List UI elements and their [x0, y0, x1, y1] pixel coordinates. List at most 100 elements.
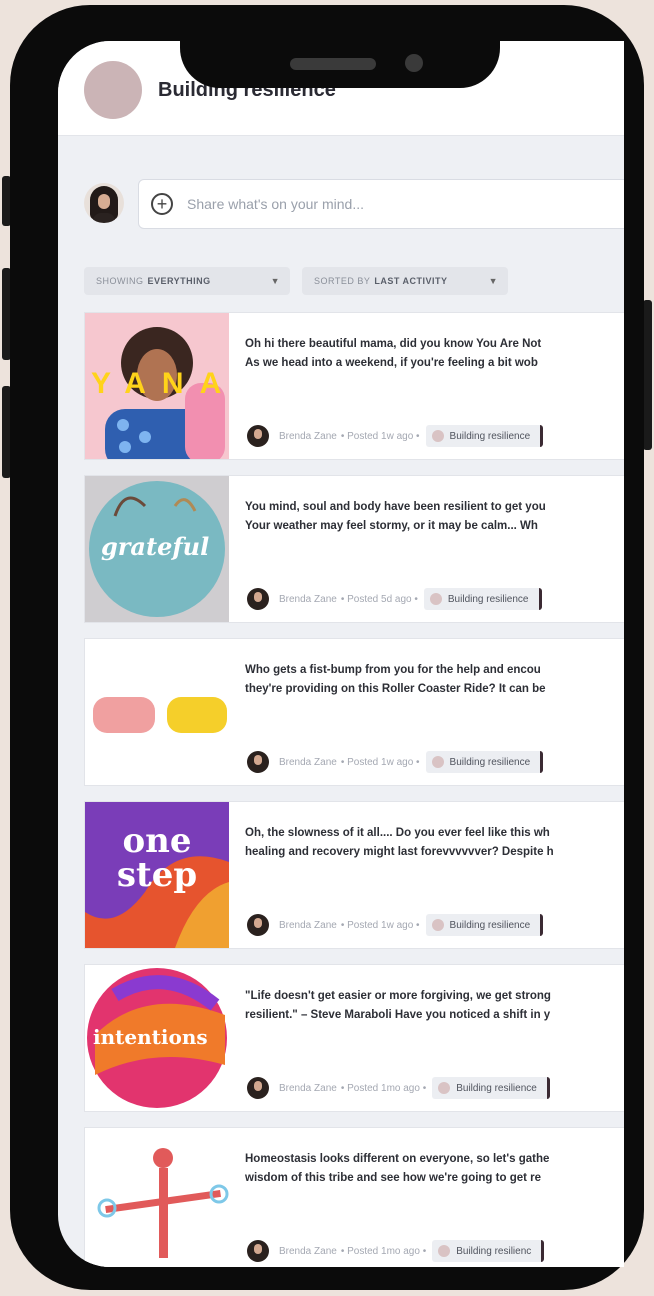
post-composer[interactable]: + Share what's on your mind... — [138, 179, 624, 229]
thumbnail-caption: YANA — [91, 367, 229, 400]
plus-icon: + — [151, 193, 173, 215]
post-time: • Posted 1mo ago • — [340, 1082, 427, 1094]
post-meta: Brenda Zane • Posted 1w ago • Building r… — [247, 425, 544, 447]
author-avatar[interactable] — [247, 914, 269, 936]
sort-filter-dropdown[interactable]: SORTED BY LAST ACTIVITY ▼ — [302, 267, 508, 295]
group-dot — [431, 919, 444, 931]
author-name[interactable]: Brenda Zane — [279, 594, 337, 605]
excerpt-line: they're providing on this Roller Coaster… — [245, 683, 546, 695]
fist-bump-image — [93, 697, 227, 733]
power-button — [643, 300, 652, 450]
group-tag-label: Building resilienc — [456, 1245, 532, 1257]
caret-down-icon: ▼ — [270, 276, 280, 286]
post-thumbnail: grateful — [85, 476, 229, 622]
group-dot — [438, 1245, 451, 1257]
group-tag-label: Building resilience — [449, 919, 531, 931]
author-avatar[interactable] — [247, 1240, 269, 1262]
excerpt-line: As we head into a weekend, if you're fee… — [245, 357, 538, 369]
phone-notch — [180, 10, 500, 88]
author-name[interactable]: Brenda Zane — [279, 431, 337, 442]
group-tag[interactable]: Building resilience — [423, 588, 542, 610]
post-thumbnail: intentions — [85, 965, 229, 1111]
post-excerpt: Oh, the slowness of it all.... Do you ev… — [245, 824, 624, 862]
post-excerpt: Oh hi there beautiful mama, did you know… — [245, 335, 624, 373]
post-time: • Posted 1w ago • — [340, 756, 420, 768]
post-feed: YANA Oh hi there beautiful mama, did you… — [84, 312, 624, 1267]
post-excerpt: Who gets a fist-bump from you for the he… — [245, 661, 624, 699]
group-avatar[interactable] — [84, 61, 142, 119]
phone-frame: Building resilience + Share what's on yo… — [10, 5, 644, 1290]
thumbnail-caption: one step — [116, 821, 198, 895]
group-tag[interactable]: Building resilience — [432, 1077, 550, 1099]
excerpt-line: resilient." – Steve Maraboli Have you no… — [245, 1009, 551, 1021]
author-avatar[interactable] — [247, 425, 269, 447]
post-card[interactable]: Homeostasis looks different on everyone,… — [84, 1127, 624, 1267]
author-name[interactable]: Brenda Zane — [279, 757, 337, 768]
showing-filter-dropdown[interactable]: SHOWING EVERYTHING ▼ — [84, 267, 290, 295]
group-dot — [438, 1082, 451, 1094]
speaker-grille — [290, 58, 376, 70]
post-time: • Posted 1mo ago • — [340, 1245, 427, 1257]
sort-value: LAST ACTIVITY — [374, 276, 448, 286]
post-time: • Posted 1w ago • — [340, 430, 420, 442]
post-card[interactable]: intentions "Life doesn't get easier or m… — [84, 964, 624, 1112]
author-name[interactable]: Brenda Zane — [279, 1083, 337, 1094]
excerpt-line: Homeostasis looks different on everyone,… — [245, 1153, 550, 1165]
post-card[interactable]: YANA Oh hi there beautiful mama, did you… — [84, 312, 624, 460]
excerpt-line: Your weather may feel stormy, or it may … — [245, 520, 538, 532]
post-thumbnail: YANA — [85, 313, 229, 459]
post-excerpt: "Life doesn't get easier or more forgivi… — [245, 987, 624, 1025]
author-avatar[interactable] — [247, 1077, 269, 1099]
filter-prefix: SHOWING — [96, 276, 144, 286]
post-meta: Brenda Zane • Posted 5d ago • Building r… — [247, 588, 542, 610]
excerpt-line: You mind, soul and body have been resili… — [245, 501, 546, 513]
group-tag-label: Building resilience — [449, 430, 531, 442]
post-thumbnail — [85, 1128, 229, 1267]
author-avatar[interactable] — [247, 588, 269, 610]
post-meta: Brenda Zane • Posted 1mo ago • Building … — [247, 1240, 545, 1262]
post-card[interactable]: Who gets a fist-bump from you for the he… — [84, 638, 624, 786]
author-avatar[interactable] — [247, 751, 269, 773]
author-name[interactable]: Brenda Zane — [279, 920, 337, 931]
post-excerpt: You mind, soul and body have been resili… — [245, 498, 624, 536]
post-time: • Posted 5d ago • — [340, 593, 418, 605]
group-tag[interactable]: Building resilienc — [432, 1240, 545, 1262]
avatar-body — [93, 213, 115, 223]
post-time: • Posted 1w ago • — [340, 919, 420, 931]
composer-placeholder: Share what's on your mind... — [187, 196, 364, 212]
post-meta: Brenda Zane • Posted 1w ago • Building r… — [247, 914, 544, 936]
excerpt-line: "Life doesn't get easier or more forgivi… — [245, 990, 551, 1002]
user-avatar[interactable] — [84, 183, 124, 223]
post-meta: Brenda Zane • Posted 1mo ago • Building … — [247, 1077, 550, 1099]
post-thumbnail: one step — [85, 802, 229, 948]
group-tag-label: Building resilience — [449, 756, 531, 768]
balance-figure-image — [97, 1148, 229, 1258]
post-card[interactable]: grateful You mind, soul and body have be… — [84, 475, 624, 623]
group-tag[interactable]: Building resilience — [425, 914, 544, 936]
thumbnail-caption: grateful — [101, 532, 210, 561]
group-dot — [431, 430, 444, 442]
caret-down-icon: ▼ — [488, 276, 498, 286]
sort-prefix: SORTED BY — [314, 276, 371, 286]
post-meta: Brenda Zane • Posted 1w ago • Building r… — [247, 751, 544, 773]
group-tag[interactable]: Building resilience — [425, 425, 544, 447]
group-tag-label: Building resilience — [456, 1082, 537, 1094]
post-excerpt: Homeostasis looks different on everyone,… — [245, 1150, 624, 1188]
avatar-face — [98, 194, 110, 209]
app-screen: Building resilience + Share what's on yo… — [58, 41, 624, 1267]
group-dot — [429, 593, 442, 605]
excerpt-line: Oh hi there beautiful mama, did you know… — [245, 338, 542, 350]
post-thumbnail — [85, 639, 229, 785]
post-card[interactable]: one step Oh, the slowness of it all.... … — [84, 801, 624, 949]
front-camera — [405, 54, 423, 72]
group-tag[interactable]: Building resilience — [425, 751, 544, 773]
author-name[interactable]: Brenda Zane — [279, 1246, 337, 1257]
excerpt-line: healing and recovery might last forevvvv… — [245, 846, 554, 858]
filter-value: EVERYTHING — [147, 276, 211, 286]
excerpt-line: wisdom of this tribe and see how we're g… — [245, 1172, 542, 1184]
thumbnail-caption: intentions — [93, 1025, 208, 1049]
group-tag-label: Building resilience — [447, 593, 529, 605]
excerpt-line: Oh, the slowness of it all.... Do you ev… — [245, 827, 550, 839]
excerpt-line: Who gets a fist-bump from you for the he… — [245, 664, 541, 676]
group-dot — [431, 756, 444, 768]
